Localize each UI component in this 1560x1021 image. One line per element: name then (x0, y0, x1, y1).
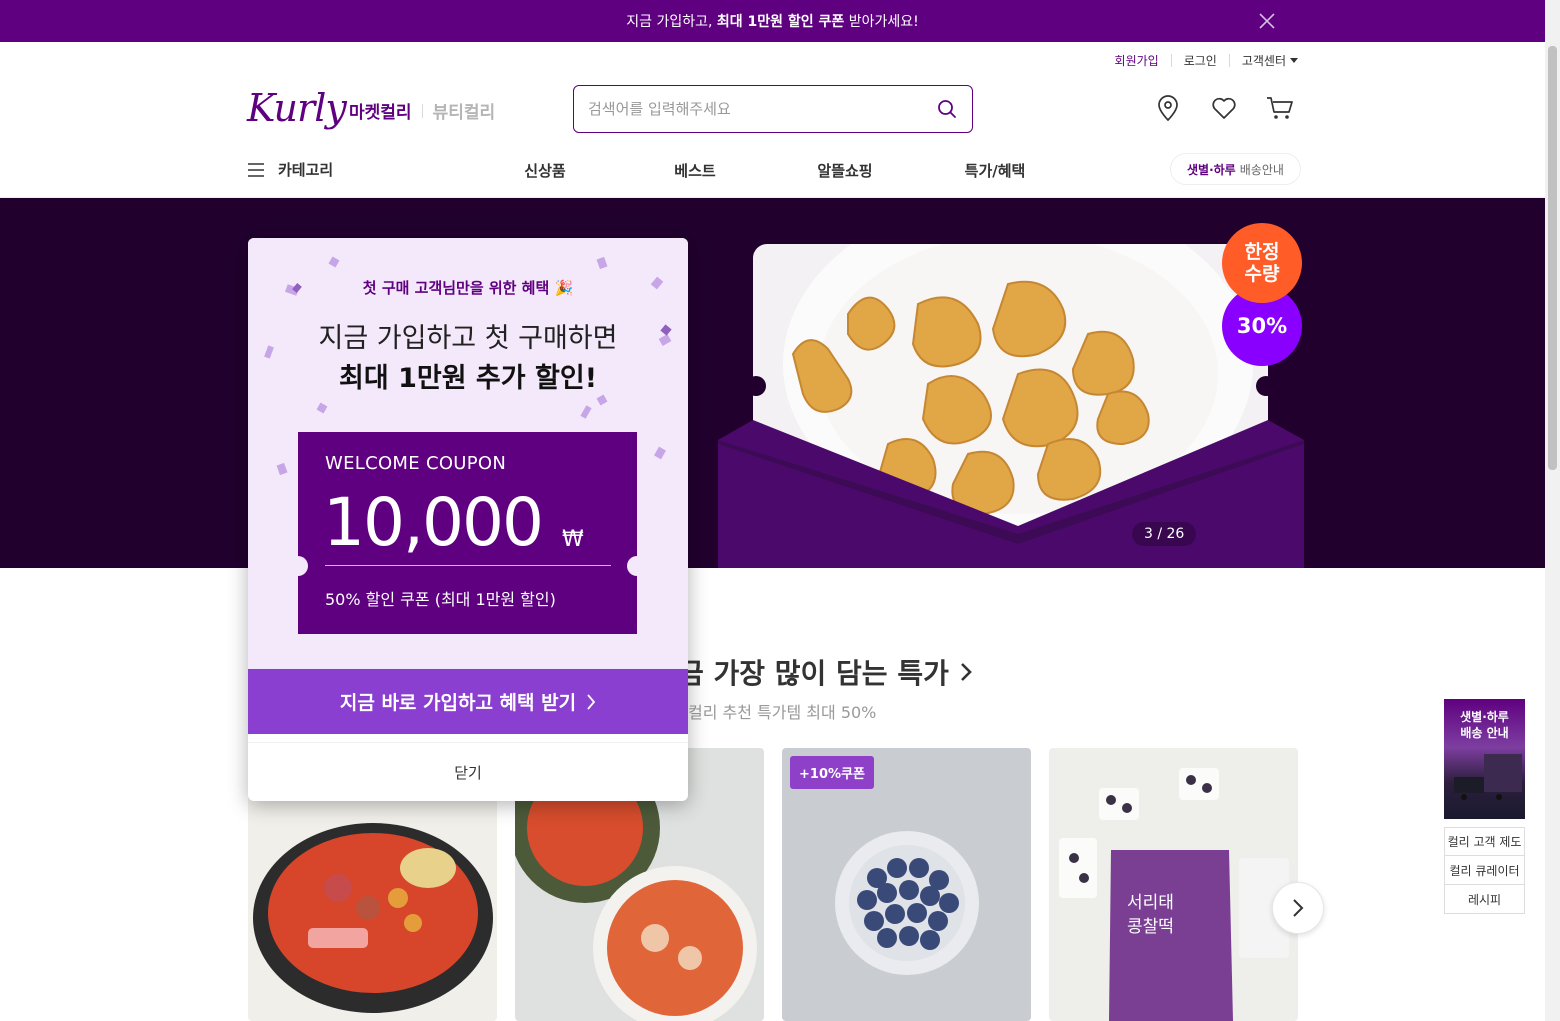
nav-menu: 신상품 베스트 알뜰쇼핑 특가/혜택 (470, 160, 1070, 181)
hero-banner[interactable]: 한정 수량 30% 3 / 26 (0, 198, 1545, 568)
tab-beauty-kurly[interactable]: 뷰티컬리 (433, 98, 496, 123)
delivery-guide-banner[interactable]: 샛별·하루 배송 안내 (1444, 699, 1525, 819)
coupon-amount: 10,000 (323, 484, 544, 561)
popup-headline: 지금 가입하고 첫 구매하면 (318, 323, 618, 354)
hero-food-image (718, 244, 1304, 568)
customer-center-menu[interactable]: 고객센터 (1242, 52, 1298, 69)
caret-down-icon (1290, 58, 1298, 63)
popup-body: 첫 구매 고객님만을 위한 혜택 🎉 지금 가입하고 첫 구매하면 최대 1만원… (248, 238, 688, 669)
search-icon[interactable] (936, 98, 958, 120)
section-title[interactable]: 금 가장 많이 담는 특가 (678, 652, 973, 692)
popup-headline-bold: 최대 1만원 추가 할인! (338, 363, 598, 394)
signup-link[interactable]: 회원가입 (1115, 52, 1159, 69)
customer-center-label: 고객센터 (1241, 54, 1286, 68)
cart-icon[interactable] (1265, 93, 1295, 123)
nav-item-bargain[interactable]: 알뜰쇼핑 (770, 160, 920, 181)
location-pin-icon[interactable] (1153, 93, 1183, 123)
popup-eyebrow: 첫 구매 고객님만을 위한 혜택 🎉 (362, 279, 574, 297)
header-icons (1153, 93, 1295, 123)
svg-text:콩찰떡: 콩찰떡 (1127, 917, 1174, 937)
nav-item-best[interactable]: 베스트 (620, 160, 770, 181)
kurly-logo[interactable]: Kurly (247, 86, 347, 130)
svg-text:서리태: 서리태 (1127, 893, 1174, 913)
coupon-badge: +10%쿠폰 (790, 756, 874, 789)
search-bar (573, 85, 973, 133)
user-menu: 회원가입 로그인 고객센터 (1115, 52, 1298, 69)
coupon-notch-right (627, 556, 647, 576)
popup-close-button[interactable]: 닫기 (248, 742, 688, 801)
coupon-card: WELCOME COUPON 10,000 ₩ 50% 할인 쿠폰 (최대 1만… (288, 432, 647, 634)
signup-benefit-button[interactable]: 지금 바로 가입하고 혜택 받기 (248, 669, 688, 734)
chevron-right-icon (587, 693, 596, 710)
side-banner: 샛별·하루 배송 안내 컬리 고객 제도 컬리 큐레이터 레시피 (1444, 699, 1525, 914)
section-subtitle: 컬리 추천 특가템 최대 50% (688, 703, 877, 722)
section-title-text: 금 가장 많이 담는 특가 (678, 657, 949, 690)
coupon-notch-left (288, 556, 308, 576)
divider (421, 103, 423, 118)
product-card[interactable]: +10%쿠폰 (782, 748, 1031, 1021)
limited-badge: 한정 수량 (1222, 223, 1302, 303)
hamburger-icon (248, 162, 264, 177)
truck-image (1454, 754, 1522, 800)
main-nav: 카테고리 신상품 베스트 알뜰쇼핑 특가/혜택 샛별·하루 배송안내 (0, 143, 1545, 198)
promo-bar[interactable]: 지금 가입하고, 최대 1만원 할인 쿠폰 받아가세요! (0, 0, 1545, 42)
category-menu[interactable]: 카테고리 (248, 159, 333, 180)
product-image-rice-cake: 서리태 콩찰떡 (1049, 748, 1298, 1021)
side-link-curator[interactable]: 컬리 큐레이터 (1444, 856, 1525, 885)
heart-icon[interactable] (1209, 93, 1239, 123)
divider (1228, 54, 1230, 67)
category-label: 카테고리 (278, 161, 334, 179)
chevron-right-icon (960, 663, 972, 681)
hero-pager: 3 / 26 (1132, 522, 1197, 546)
product-card[interactable]: 서리태 콩찰떡 (1049, 748, 1298, 1021)
store-tabs: 마켓컬리 뷰티컬리 (349, 98, 495, 123)
close-icon[interactable] (1257, 11, 1277, 31)
welcome-coupon-popup: 첫 구매 고객님만을 위한 혜택 🎉 지금 가입하고 첫 구매하면 최대 1만원… (248, 238, 688, 801)
side-link-customer-program[interactable]: 컬리 고객 제도 (1444, 827, 1525, 856)
coupon-description: 50% 할인 쿠폰 (최대 1만원 할인) (325, 590, 556, 609)
nav-item-special[interactable]: 특가/혜택 (920, 160, 1070, 181)
delivery-info-button[interactable]: 샛별·하루 배송안내 (1170, 153, 1301, 185)
chevron-right-icon (1293, 899, 1304, 917)
side-link-recipe[interactable]: 레시피 (1444, 885, 1525, 914)
scrollbar-thumb[interactable] (1548, 46, 1557, 470)
login-link[interactable]: 로그인 (1184, 52, 1217, 69)
divider (1170, 54, 1172, 67)
scrollbar[interactable] (1545, 0, 1560, 1021)
carousel-next-button[interactable] (1272, 882, 1324, 934)
coupon-divider (325, 565, 611, 566)
cta-label: 지금 바로 가입하고 혜택 받기 (339, 692, 577, 714)
delivery-bold: 샛별·하루 (1187, 162, 1236, 177)
won-currency-icon: ₩ (562, 527, 584, 552)
page: 지금 가입하고, 최대 1만원 할인 쿠폰 받아가세요! 회원가입 로그인 고객… (0, 0, 1560, 1021)
coupon-label: WELCOME COUPON (325, 453, 507, 474)
tab-market-kurly[interactable]: 마켓컬리 (349, 98, 412, 123)
promo-text: 지금 가입하고, 최대 1만원 할인 쿠폰 받아가세요! (626, 14, 919, 30)
nav-item-new[interactable]: 신상품 (470, 160, 620, 181)
delivery-label: 배송안내 (1239, 162, 1284, 177)
search-input[interactable] (588, 100, 936, 118)
